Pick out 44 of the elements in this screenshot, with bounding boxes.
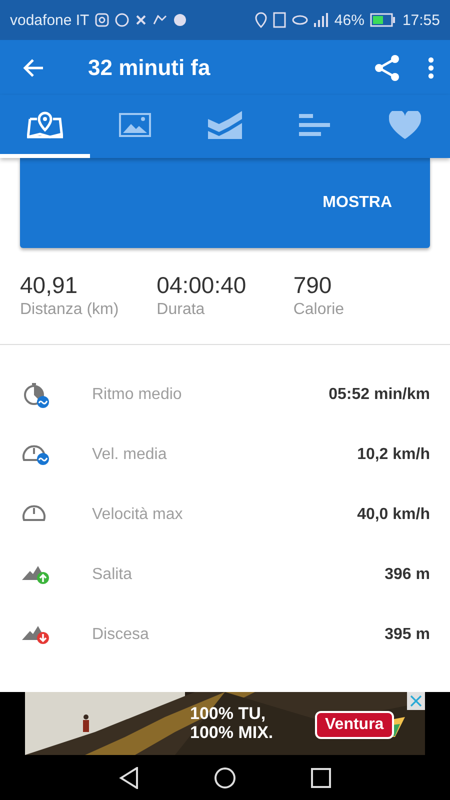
speedometer-icon xyxy=(22,444,50,466)
metric-value: 396 m xyxy=(384,566,430,584)
metric-label: Discesa xyxy=(92,626,150,644)
stat-value: 790 xyxy=(293,272,333,299)
metric-label: Velocità max xyxy=(92,506,184,524)
more-options-icon[interactable] xyxy=(428,56,434,78)
heart-icon xyxy=(389,110,421,138)
ad-headline: 100% TU, xyxy=(190,704,267,723)
metric-label: Salita xyxy=(92,566,134,584)
battery-icon xyxy=(370,13,396,27)
mountain-icon xyxy=(22,625,50,645)
back-arrow-icon[interactable] xyxy=(22,58,44,78)
stat-value: 04:00:40 xyxy=(156,272,248,299)
metric-label: Ritmo medio xyxy=(92,386,183,404)
metric-value: 40,0 km/h xyxy=(357,506,430,524)
battery-percent: 46% xyxy=(334,12,364,28)
screen-title: 32 minuti fa xyxy=(88,54,212,80)
show-button[interactable]: MOSTRA xyxy=(308,186,406,220)
metric-value: 10,2 km/h xyxy=(357,446,430,464)
metric-label: Vel. media xyxy=(92,446,168,464)
stopwatch-icon xyxy=(22,382,50,408)
eye-icon xyxy=(292,15,308,25)
location-icon xyxy=(255,12,268,28)
stat-value: 40,91 xyxy=(20,272,79,299)
brand-logo: Ventura xyxy=(315,711,394,739)
carrier-name: vodafone IT xyxy=(10,12,90,28)
stat-label: Durata xyxy=(156,301,206,319)
metric-value: 05:52 min/km xyxy=(328,386,430,404)
map-pin-icon xyxy=(27,110,63,138)
recent-apps-icon[interactable] xyxy=(311,768,331,788)
camera-app-icon xyxy=(95,13,110,27)
stat-label: Calorie xyxy=(293,301,346,319)
share-icon[interactable] xyxy=(374,54,400,80)
back-icon[interactable] xyxy=(119,766,139,788)
stat-label: Distanza (km) xyxy=(20,301,120,319)
bars-icon xyxy=(299,114,331,136)
image-icon xyxy=(119,112,151,136)
area-chart-icon xyxy=(207,110,243,138)
metric-value: 395 m xyxy=(384,626,430,644)
clock: 17:55 xyxy=(402,12,440,28)
mountain-icon xyxy=(22,565,50,585)
signal-icon xyxy=(314,13,328,27)
ad-headline: 100% MIX. xyxy=(190,723,274,742)
home-icon[interactable] xyxy=(214,766,236,788)
